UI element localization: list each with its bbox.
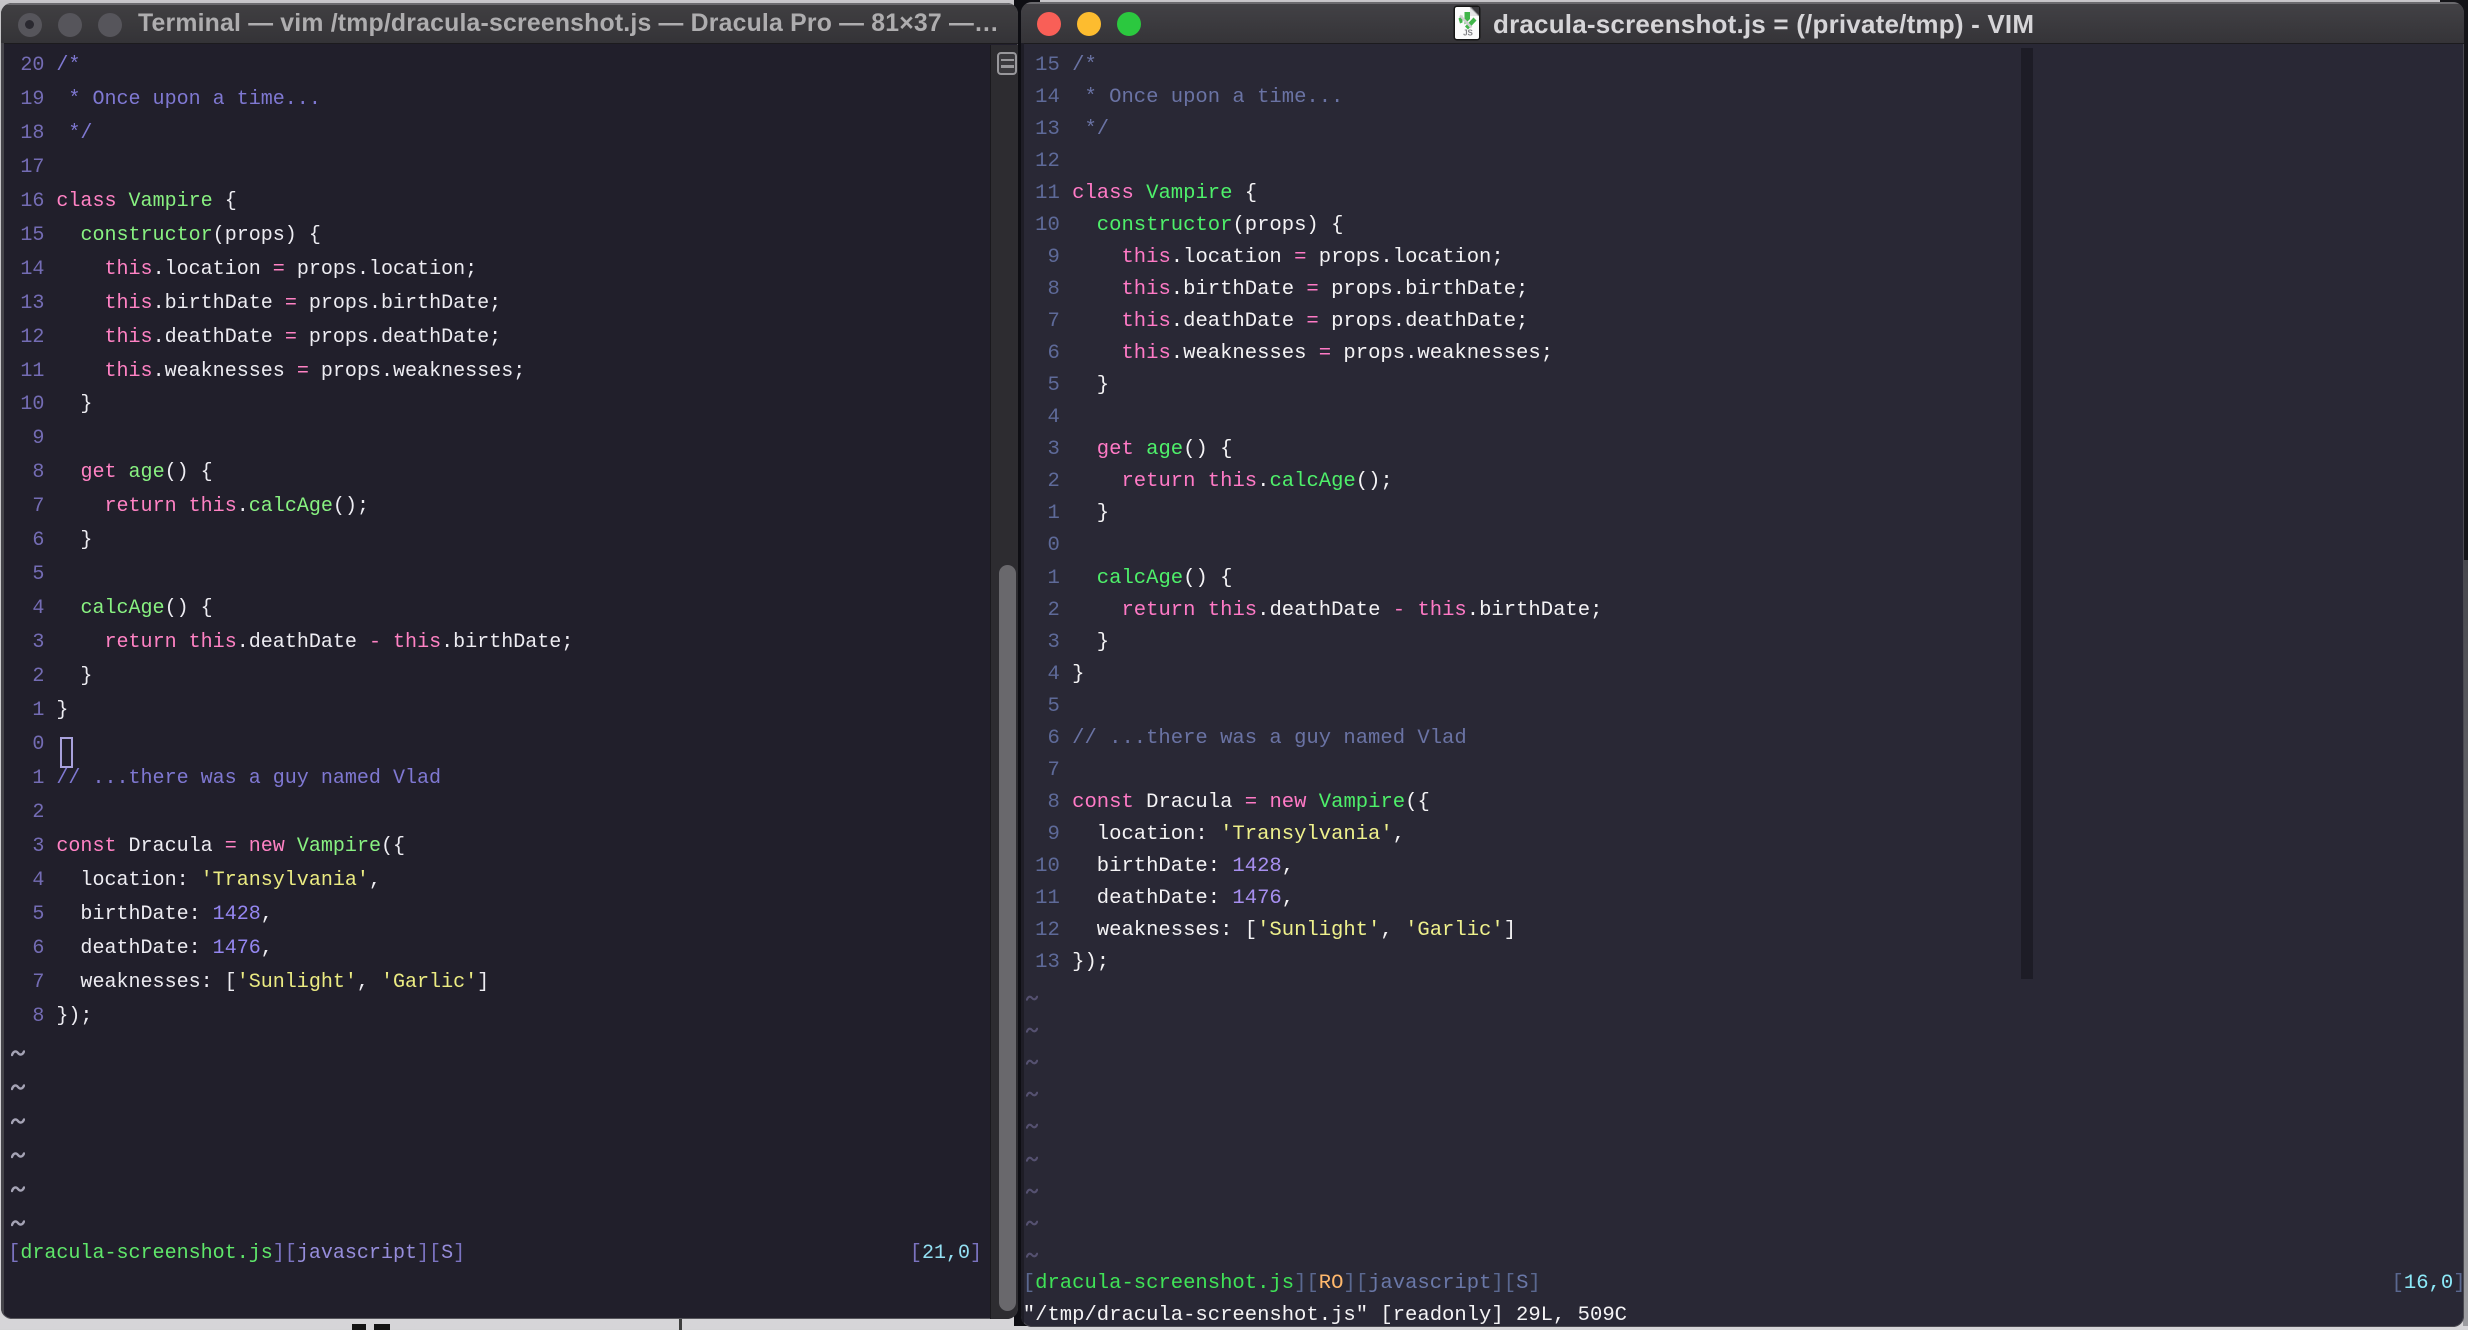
svg-text:JS: JS — [1463, 28, 1473, 37]
